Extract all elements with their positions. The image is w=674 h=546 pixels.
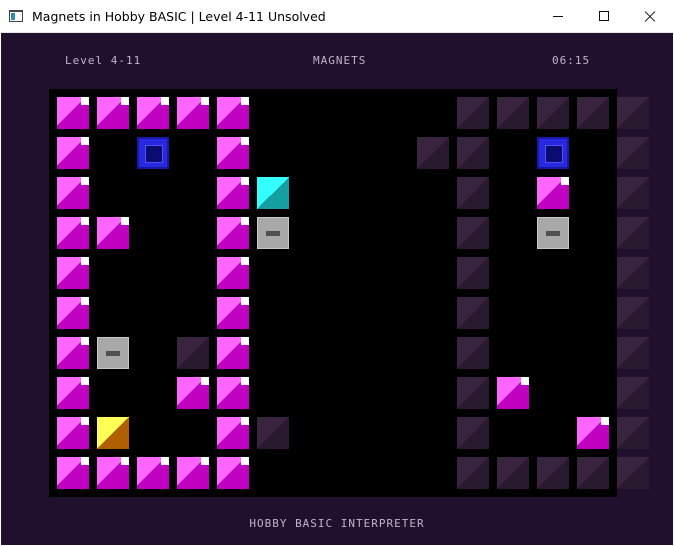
- wall-dark-tile: [457, 417, 489, 449]
- footer-text: HOBBY BASIC INTERPRETER: [249, 517, 425, 530]
- timer: 06:15: [552, 54, 591, 67]
- wall-pink-tile: [97, 457, 129, 489]
- magnet-blue-tile: [137, 137, 169, 169]
- wall-dark-tile: [457, 337, 489, 369]
- player-cyan-tile: [257, 177, 289, 209]
- wall-pink-tile: [217, 257, 249, 289]
- wall-pink-tile: [57, 217, 89, 249]
- title-bar[interactable]: Magnets in Hobby BASIC | Level 4-11 Unso…: [0, 0, 674, 33]
- wall-dark-tile: [537, 97, 569, 129]
- wall-pink-tile: [217, 137, 249, 169]
- wall-dark-tile: [577, 457, 609, 489]
- wall-pink-tile: [177, 457, 209, 489]
- wall-dark-tile: [457, 217, 489, 249]
- wall-dark-tile: [617, 417, 649, 449]
- game-board[interactable]: [49, 89, 649, 497]
- wall-pink-tile: [217, 337, 249, 369]
- wall-dark-tile: [617, 377, 649, 409]
- game-area[interactable]: Level 4-11 MAGNETS 06:15 HOBBY BASIC INT…: [1, 33, 673, 545]
- wall-pink-tile: [57, 377, 89, 409]
- wall-dark-tile: [457, 177, 489, 209]
- wall-pink-tile: [57, 337, 89, 369]
- target-yellow-tile: [97, 417, 129, 449]
- window-title: Magnets in Hobby BASIC | Level 4-11 Unso…: [32, 9, 326, 24]
- wall-pink-tile: [97, 97, 129, 129]
- wall-dark-tile: [617, 297, 649, 329]
- wall-dark-tile: [177, 337, 209, 369]
- wall-pink-tile: [57, 177, 89, 209]
- wall-pink-tile: [217, 177, 249, 209]
- wall-dark-tile: [457, 137, 489, 169]
- game-title: MAGNETS: [313, 54, 367, 67]
- wall-pink-tile: [57, 417, 89, 449]
- minimize-button[interactable]: [535, 0, 581, 32]
- wall-pink-tile: [97, 217, 129, 249]
- wall-pink-tile: [57, 257, 89, 289]
- block-grey-tile: [257, 217, 289, 249]
- app-window-icon: [9, 10, 23, 22]
- wall-pink-tile: [57, 97, 89, 129]
- wall-dark-tile: [457, 97, 489, 129]
- block-grey-tile: [97, 337, 129, 369]
- wall-dark-tile: [457, 377, 489, 409]
- wall-pink-tile: [217, 377, 249, 409]
- wall-pink-tile: [217, 417, 249, 449]
- wall-pink-tile: [177, 377, 209, 409]
- wall-pink-tile: [577, 417, 609, 449]
- wall-pink-tile: [217, 217, 249, 249]
- wall-dark-tile: [577, 97, 609, 129]
- wall-dark-tile: [417, 137, 449, 169]
- wall-pink-tile: [177, 97, 209, 129]
- magnet-blue-tile: [537, 137, 569, 169]
- wall-pink-tile: [137, 457, 169, 489]
- wall-dark-tile: [617, 457, 649, 489]
- wall-pink-tile: [217, 297, 249, 329]
- wall-pink-tile: [217, 457, 249, 489]
- wall-dark-tile: [457, 257, 489, 289]
- wall-dark-tile: [617, 257, 649, 289]
- level-label: Level 4-11: [65, 54, 142, 67]
- close-button[interactable]: [627, 0, 673, 32]
- wall-dark-tile: [257, 417, 289, 449]
- wall-dark-tile: [617, 217, 649, 249]
- wall-dark-tile: [457, 297, 489, 329]
- wall-dark-tile: [457, 457, 489, 489]
- wall-pink-tile: [57, 137, 89, 169]
- wall-pink-tile: [57, 297, 89, 329]
- wall-pink-tile: [537, 177, 569, 209]
- wall-dark-tile: [617, 337, 649, 369]
- wall-pink-tile: [137, 97, 169, 129]
- wall-dark-tile: [537, 457, 569, 489]
- wall-dark-tile: [497, 457, 529, 489]
- wall-pink-tile: [217, 97, 249, 129]
- block-grey-tile: [537, 217, 569, 249]
- wall-dark-tile: [617, 137, 649, 169]
- wall-dark-tile: [617, 177, 649, 209]
- wall-pink-tile: [497, 377, 529, 409]
- wall-pink-tile: [57, 457, 89, 489]
- maximize-button[interactable]: [581, 0, 627, 32]
- wall-dark-tile: [497, 97, 529, 129]
- wall-dark-tile: [617, 97, 649, 129]
